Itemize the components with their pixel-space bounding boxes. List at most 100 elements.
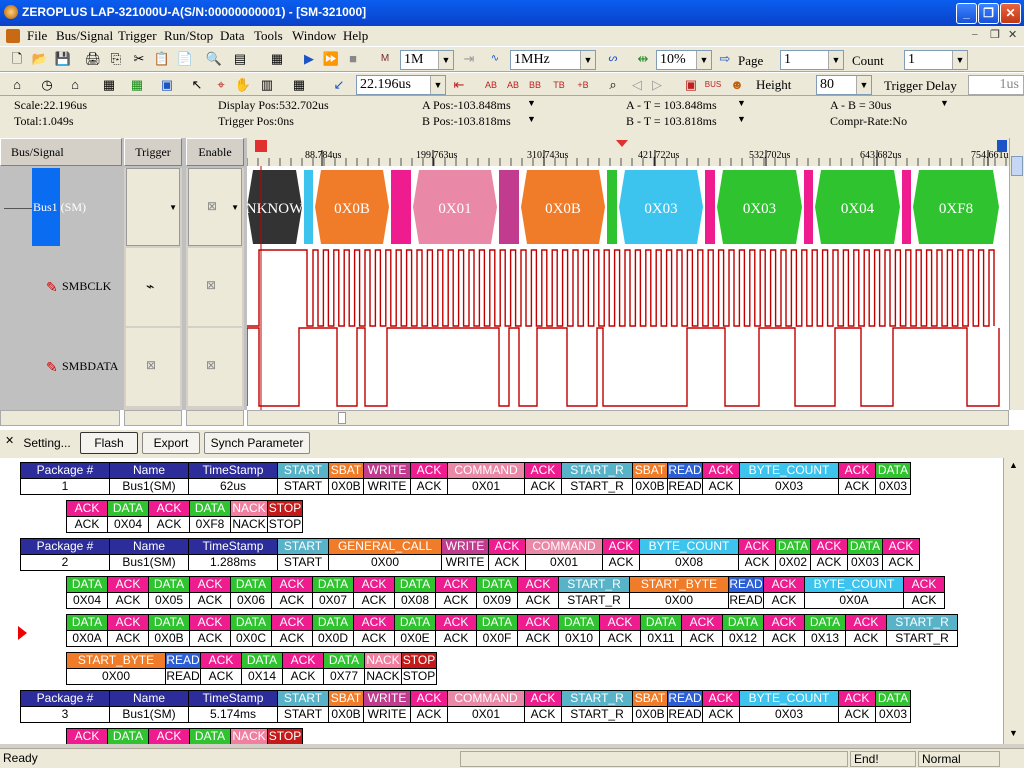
- b-t-dropdown-icon[interactable]: ▼: [737, 114, 746, 124]
- menu-data[interactable]: Data: [220, 28, 245, 44]
- maximize-button[interactable]: ❐: [978, 3, 999, 24]
- bar-c-icon[interactable]: BB: [526, 76, 544, 94]
- packet-field-value[interactable]: 0X01: [525, 554, 603, 571]
- packet-field-value[interactable]: ACK: [838, 478, 876, 495]
- packet-field-value[interactable]: 3: [20, 706, 110, 723]
- panel-close-icon[interactable]: ✕: [5, 434, 14, 447]
- zoom-select[interactable]: 10% ▼: [656, 50, 712, 70]
- print-icon[interactable]: 🖨: [84, 50, 102, 68]
- height-select[interactable]: 80 ▼: [816, 75, 872, 95]
- open-icon[interactable]: 📂: [31, 50, 49, 68]
- clipboard-icon[interactable]: 📄: [176, 50, 194, 68]
- pointer-icon[interactable]: ↖: [188, 76, 206, 94]
- mdi-minimize-icon[interactable]: –: [972, 28, 978, 40]
- packet-field-value[interactable]: ACK: [702, 706, 740, 723]
- packet-field-value[interactable]: ACK: [602, 554, 640, 571]
- run-repeat-icon[interactable]: ⏩: [322, 50, 340, 68]
- packet-field-value[interactable]: 0X03: [875, 706, 911, 723]
- packet-field-value[interactable]: 0XF8: [189, 516, 231, 533]
- jump-icon[interactable]: ⇤: [450, 76, 468, 94]
- home-icon[interactable]: ⌂: [8, 76, 26, 94]
- packet-field-value[interactable]: ACK: [517, 592, 559, 609]
- packet-field-value[interactable]: 0X0B: [328, 706, 364, 723]
- count-select[interactable]: 1 ▼: [904, 50, 968, 70]
- packet-field-value[interactable]: ACK: [189, 630, 231, 647]
- record-icon[interactable]: ▣: [682, 76, 700, 94]
- packet-field-value[interactable]: 0X13: [804, 630, 846, 647]
- save-icon[interactable]: 💾: [54, 50, 72, 68]
- menu-run-stop[interactable]: Run/Stop: [164, 28, 213, 44]
- packet-field-value[interactable]: ACK: [435, 630, 477, 647]
- stop-icon[interactable]: ■: [344, 50, 362, 68]
- packet-field-value[interactable]: WRITE: [363, 478, 411, 495]
- clock-icon[interactable]: ◷: [38, 76, 56, 94]
- bar-t-icon[interactable]: TB: [550, 76, 568, 94]
- packet-field-value[interactable]: Bus1(SM): [109, 554, 189, 571]
- packet-field-value[interactable]: 0X00: [66, 668, 166, 685]
- zoom-fit-icon[interactable]: ⇹: [634, 50, 652, 68]
- packet-field-value[interactable]: 0X0B: [328, 478, 364, 495]
- packet-field-value[interactable]: START: [277, 706, 329, 723]
- frequency-select[interactable]: 1MHz ▼: [510, 50, 596, 70]
- copy-icon[interactable]: ⎘: [107, 50, 125, 68]
- paste-icon[interactable]: 📋: [153, 50, 171, 68]
- packet-field-value[interactable]: READ: [165, 668, 201, 685]
- a-b-dropdown-icon[interactable]: ▼: [940, 98, 949, 108]
- menu-trigger[interactable]: Trigger: [118, 28, 157, 44]
- bar-add-icon[interactable]: +B: [574, 76, 592, 94]
- packet-field-value[interactable]: 0X08: [394, 592, 436, 609]
- packet-field-value[interactable]: 2: [20, 554, 110, 571]
- scale-select[interactable]: 22.196us ▼: [356, 75, 446, 95]
- packet-field-value[interactable]: READ: [667, 478, 703, 495]
- a-pos-dropdown-icon[interactable]: ▼: [527, 98, 536, 108]
- bus-name[interactable]: Bus1 (SM): [33, 200, 86, 215]
- packet-field-value[interactable]: ACK: [845, 630, 887, 647]
- packet-field-value[interactable]: 0X00: [328, 554, 442, 571]
- a-t-dropdown-icon[interactable]: ▼: [737, 98, 746, 108]
- packet-field-value[interactable]: 0X04: [66, 592, 108, 609]
- packet-field-value[interactable]: ACK: [524, 706, 562, 723]
- packet-field-value[interactable]: 0X0F: [476, 630, 518, 647]
- packet-field-value[interactable]: 0X02: [775, 554, 811, 571]
- wave-vscrollbar[interactable]: [1009, 138, 1024, 410]
- bar-b-icon[interactable]: AB: [504, 76, 522, 94]
- packet-field-value[interactable]: 0X0B: [632, 478, 668, 495]
- packet-field-value[interactable]: ACK: [271, 592, 313, 609]
- building-icon[interactable]: ⌂: [66, 76, 84, 94]
- menu-window[interactable]: Window: [292, 28, 336, 44]
- setting-button[interactable]: Setting...: [18, 432, 76, 454]
- b-pos-dropdown-icon[interactable]: ▼: [527, 114, 536, 124]
- packet-field-value[interactable]: 0X07: [312, 592, 354, 609]
- close-button[interactable]: ✕: [1000, 3, 1021, 24]
- data-enable-cell[interactable]: ⊠: [188, 328, 242, 406]
- packet-field-value[interactable]: 0X12: [722, 630, 764, 647]
- packet-field-value[interactable]: 0X0B: [148, 630, 190, 647]
- new-icon[interactable]: 🗋: [8, 50, 26, 68]
- packet-field-value[interactable]: 5.174ms: [188, 706, 278, 723]
- packet-field-value[interactable]: 0X03: [847, 554, 883, 571]
- table-vscrollbar[interactable]: ▲ ▼: [1003, 458, 1024, 744]
- export-button[interactable]: Export: [142, 432, 200, 454]
- wave-hscrollbar[interactable]: [247, 410, 1009, 426]
- mdi-close-icon[interactable]: ✕: [1008, 28, 1017, 41]
- scroll-up-icon[interactable]: ▲: [1009, 460, 1018, 470]
- packet-field-value[interactable]: 0X77: [323, 668, 365, 685]
- packet-field-value[interactable]: 0X06: [230, 592, 272, 609]
- packet-field-value[interactable]: ACK: [882, 554, 920, 571]
- data-trigger-cell[interactable]: ⊠: [126, 328, 180, 406]
- binoculars-icon[interactable]: ⌕: [604, 76, 622, 94]
- chart-icon[interactable]: ▤: [231, 50, 249, 68]
- packet-field-value[interactable]: ACK: [271, 630, 313, 647]
- packet-field-value[interactable]: STOP: [267, 516, 303, 533]
- packet-field-value[interactable]: 0X03: [739, 706, 839, 723]
- packet-field-value[interactable]: ACK: [282, 668, 324, 685]
- packet-field-value[interactable]: 0X00: [629, 592, 729, 609]
- synch-parameter-button[interactable]: Synch Parameter: [204, 432, 310, 454]
- packet-field-value[interactable]: ACK: [524, 478, 562, 495]
- packet-field-value[interactable]: ACK: [763, 592, 805, 609]
- run-icon[interactable]: ▶: [300, 50, 318, 68]
- packet-field-value[interactable]: 0X04: [107, 516, 149, 533]
- packet-field-value[interactable]: ACK: [353, 630, 395, 647]
- packet-field-value[interactable]: 0X0C: [230, 630, 272, 647]
- mdi-restore-icon[interactable]: ❐: [990, 28, 1000, 41]
